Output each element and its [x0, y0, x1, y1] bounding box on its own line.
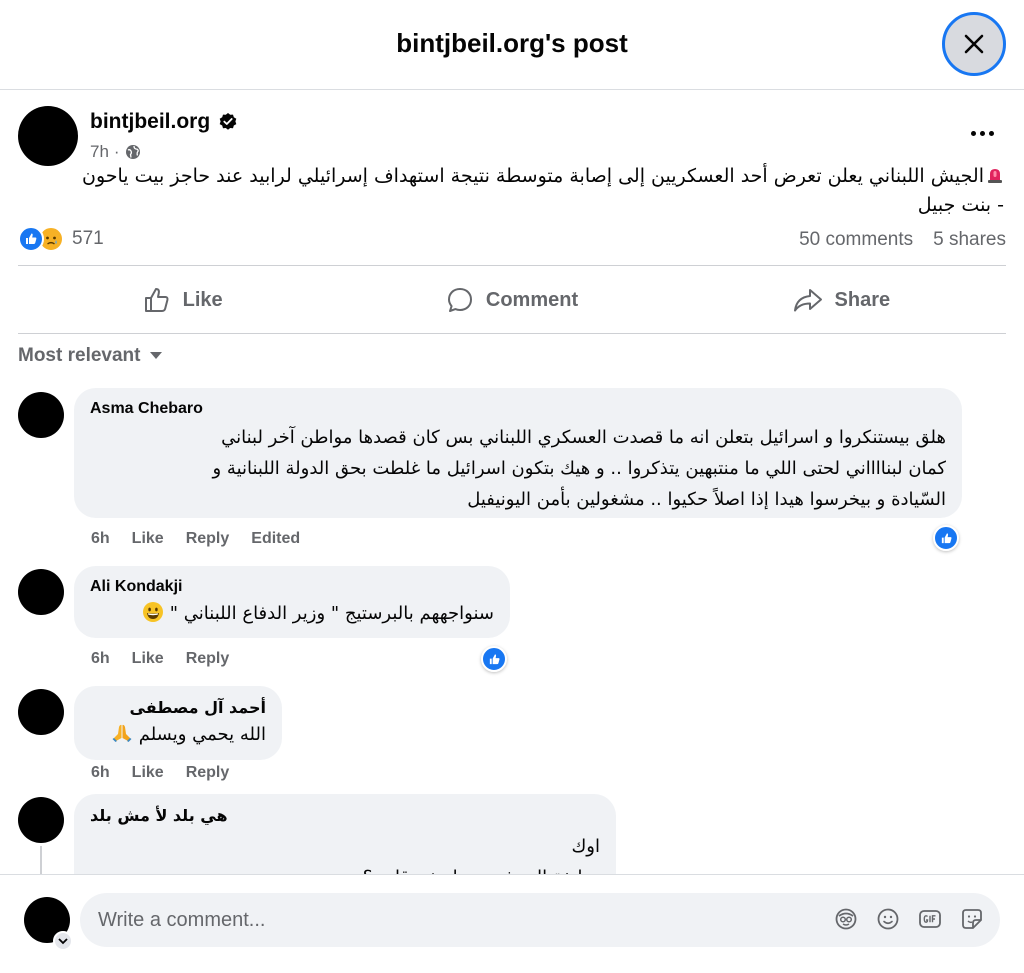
sort-comments-dropdown[interactable]: Most relevant — [18, 345, 163, 367]
reaction-count: 571 — [72, 228, 104, 249]
dialog-title: bintjbeil.org's post — [396, 28, 628, 58]
like-reaction-icon — [18, 226, 44, 252]
comment-text: سنواجههم بالبرستيج " وزير الدفاع اللبنان… — [90, 598, 494, 629]
close-icon — [964, 34, 984, 54]
more-dot-icon — [979, 130, 985, 136]
comment-time[interactable]: 6h — [91, 764, 110, 782]
comment-bubble: Ali Kondakji سنواجههم بالبرستيج " وزير ا… — [74, 566, 510, 638]
avatar-sticker-icon — [835, 908, 857, 930]
thumbs-up-icon — [489, 653, 499, 664]
comment-like-badge[interactable] — [933, 525, 959, 551]
comment-composer-bar — [0, 874, 1024, 973]
comment-bubble: Asma Chebaro هلق بيستنكروا و اسرائيل بتع… — [74, 388, 962, 518]
thumbs-up-icon — [144, 288, 169, 312]
comment-time[interactable]: 6h — [91, 530, 110, 548]
avatar-sticker-button[interactable] — [834, 907, 858, 931]
comment-line: الله يحمي ويسلم — [138, 724, 266, 745]
reply-thread-line — [40, 846, 42, 876]
author-name[interactable]: bintjbeil.org — [90, 110, 210, 134]
divider — [18, 265, 1006, 266]
comment-label: Comment — [485, 288, 579, 311]
post-actions: Like Comment Share — [18, 267, 1006, 333]
emoji-button[interactable] — [876, 907, 900, 931]
grinning-emoji-icon — [143, 602, 164, 622]
comment-actions: 6h Like Reply Edited — [91, 530, 300, 548]
post-text: الجيش اللبناني يعلن تعرض أحد العسكريين إ… — [18, 162, 1004, 220]
comment-line: كمان لبنااااني لحتى اللي ما منتبهين يتذك… — [212, 458, 947, 479]
composer-tools — [834, 907, 984, 931]
sticker-button[interactable] — [960, 907, 984, 931]
share-button[interactable]: Share — [677, 267, 1006, 333]
share-icon — [793, 289, 822, 312]
globe-icon — [125, 145, 140, 159]
commenter-name[interactable]: Asma Chebaro — [90, 400, 946, 418]
folded-hands-emoji-icon — [112, 724, 132, 742]
more-options-button[interactable] — [962, 118, 1002, 148]
comment-line: هلق بيستنكروا و اسرائيل بتعلن انه ما قصد… — [221, 427, 946, 448]
siren-emoji-icon — [988, 169, 1002, 183]
engagement-counts: 50 comments 5 shares — [799, 229, 1006, 251]
commenter-name[interactable]: أحمد آل مصطفى — [90, 698, 266, 717]
shares-count-link[interactable]: 5 shares — [933, 229, 1006, 251]
post-meta: 7h · — [90, 142, 141, 162]
sticker-icon — [962, 909, 982, 929]
gif-button[interactable] — [918, 907, 942, 931]
share-label: Share — [834, 288, 891, 311]
commenter-avatar[interactable] — [18, 797, 64, 843]
edited-label: Edited — [251, 530, 301, 547]
post-dialog: bintjbeil.org's post bintjbeil.org 7h · — [0, 0, 1024, 973]
meta-separator: · — [113, 142, 120, 161]
reactions-summary[interactable]: 571 — [18, 226, 104, 252]
comment-text: هلق بيستنكروا و اسرائيل بتعلن انه ما قصد… — [90, 422, 947, 515]
gif-icon — [919, 910, 941, 928]
comment-input-wrapper[interactable] — [80, 893, 1000, 947]
comment-line: السّيادة و بيخرسوا هيدا إذا اصلاً حكيوا … — [467, 489, 946, 510]
comment-time[interactable]: 6h — [91, 650, 110, 668]
comment-bubble: أحمد آل مصطفى الله يحمي ويسلم — [74, 686, 282, 760]
caret-down-icon — [150, 352, 163, 359]
like-button[interactable]: Like — [18, 267, 347, 333]
close-button[interactable] — [942, 12, 1006, 76]
author-avatar[interactable] — [18, 106, 78, 166]
smiley-icon — [877, 908, 899, 930]
comment-reply-button[interactable]: Reply — [186, 650, 230, 668]
post-time[interactable]: 7h — [90, 142, 109, 162]
comment-actions: 6h Like Reply — [91, 650, 229, 668]
comment-like-button[interactable]: Like — [132, 764, 164, 782]
comment-like-button[interactable]: Like — [132, 650, 164, 668]
comment-actions: 6h Like Reply — [91, 764, 229, 782]
comment-icon — [447, 288, 472, 312]
comment-input[interactable] — [98, 908, 818, 932]
commenter-avatar[interactable] — [18, 569, 64, 615]
post-text-line-1: الجيش اللبناني يعلن تعرض أحد العسكريين إ… — [82, 165, 984, 187]
comment-reply-button[interactable]: Reply — [186, 530, 230, 548]
comment-like-button[interactable]: Like — [132, 530, 164, 548]
divider — [18, 333, 1006, 334]
post-text-line-2: - بنت جبيل — [917, 194, 1004, 216]
comment-line: اوك — [571, 836, 600, 857]
post-author[interactable]: bintjbeil.org — [90, 110, 238, 134]
like-label: Like — [182, 288, 223, 311]
comment-reply-button[interactable]: Reply — [186, 764, 230, 782]
sort-label: Most relevant — [18, 345, 141, 366]
verified-badge-icon — [219, 113, 237, 130]
commenter-avatar[interactable] — [18, 392, 64, 438]
comments-count-link[interactable]: 50 comments — [799, 229, 913, 251]
comment-text: الله يحمي ويسلم — [90, 719, 266, 750]
comment-line: سنواجههم بالبرستيج " وزير الدفاع اللبنان… — [169, 603, 494, 624]
commenter-name[interactable]: Ali Kondakji — [90, 578, 494, 596]
comment-button[interactable]: Comment — [347, 267, 676, 333]
commenter-name[interactable]: هي بلد لأ مش بلد — [90, 806, 600, 825]
commenter-avatar[interactable] — [18, 689, 64, 735]
dialog-header: bintjbeil.org's post — [0, 0, 1024, 90]
thumbs-up-icon — [941, 532, 951, 543]
comment-like-badge[interactable] — [481, 646, 507, 672]
more-dot-icon — [970, 130, 976, 136]
more-dot-icon — [988, 130, 994, 136]
chevron-down-icon — [58, 937, 68, 944]
account-switcher-button[interactable] — [53, 931, 73, 951]
